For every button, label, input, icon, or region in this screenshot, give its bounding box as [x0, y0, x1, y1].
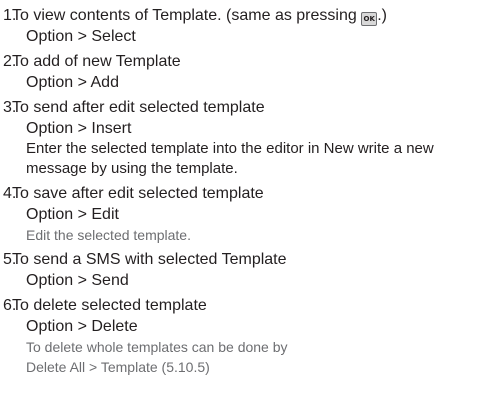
- item-number: 2.: [3, 53, 17, 70]
- item-heading: To view contents of Template. (same as p…: [12, 5, 477, 26]
- item-number: 3.: [3, 99, 17, 116]
- list-item-2: 2. To add of new Template Option > Add: [3, 51, 477, 93]
- item-number: 6.: [3, 297, 17, 314]
- item-option: Option > Select: [26, 28, 136, 45]
- item-heading-text: To view contents of Template. (same as p…: [12, 7, 362, 24]
- item-note-line-1: To delete whole templates can be done by: [26, 339, 288, 355]
- item-option: Option > Delete: [26, 318, 138, 335]
- item-note: Edit the selected template.: [26, 227, 191, 243]
- instruction-list: 1. To view contents of Template. (same a…: [3, 5, 477, 377]
- item-number: 5.: [3, 251, 17, 268]
- item-heading: To add of new Template: [12, 53, 181, 70]
- item-heading: To save after edit selected template: [12, 185, 264, 202]
- item-number: 4.: [3, 185, 17, 202]
- list-item-4: 4. To save after edit selected template …: [3, 183, 477, 245]
- ok-key-icon: OK: [361, 12, 378, 26]
- item-heading-suffix: .): [377, 7, 387, 24]
- item-heading: To send a SMS with selected Template: [12, 251, 287, 268]
- item-option: Option > Send: [26, 272, 129, 289]
- item-description-line-2: message by using the template.: [26, 160, 238, 177]
- list-item-3: 3. To send after edit selected template …: [3, 97, 477, 179]
- list-item-6: 6. To delete selected template Option > …: [3, 295, 477, 377]
- item-option: Option > Insert: [26, 120, 132, 137]
- item-heading: To send after edit selected template: [12, 99, 265, 116]
- list-item-5: 5. To send a SMS with selected Template …: [3, 249, 477, 291]
- list-item-1: 1. To view contents of Template. (same a…: [3, 5, 477, 47]
- item-number: 1.: [3, 7, 17, 24]
- item-option: Option > Edit: [26, 206, 119, 223]
- item-description-line-1: Enter the selected template into the edi…: [26, 140, 434, 157]
- item-heading: To delete selected template: [12, 297, 207, 314]
- item-option: Option > Add: [26, 74, 119, 91]
- item-note-line-2: Delete All > Template (5.10.5): [26, 359, 210, 375]
